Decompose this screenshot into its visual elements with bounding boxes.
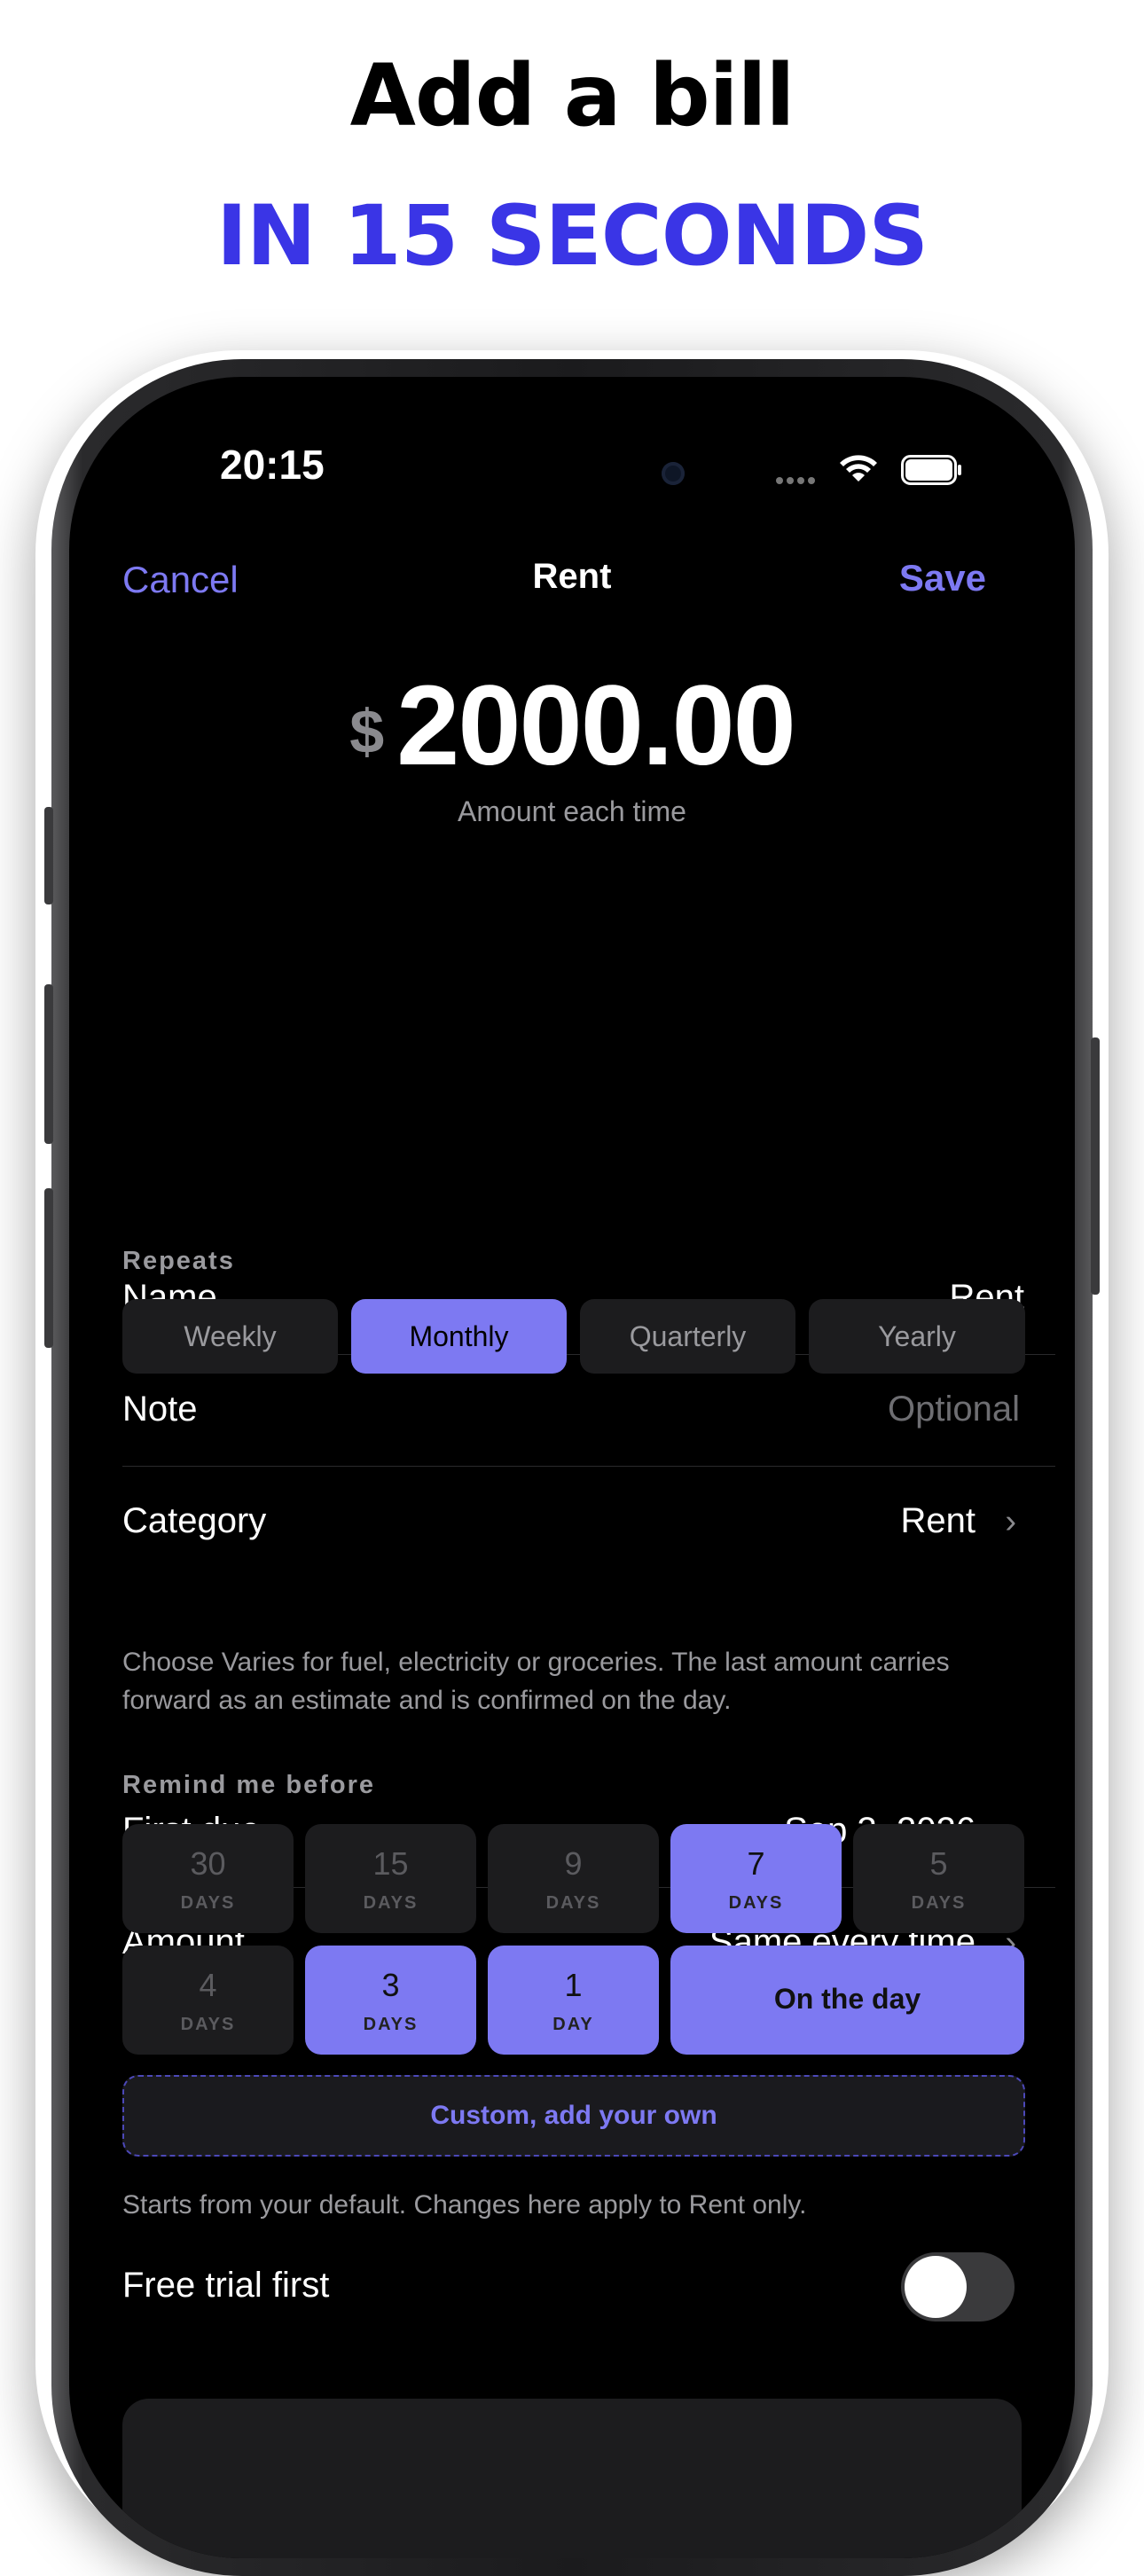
remind-number: 1 [564, 1967, 583, 2003]
toggle-knob [905, 2256, 967, 2318]
remind-title: Remind me before [122, 1771, 375, 1799]
reminder-helper-text: Starts from your default. Changes here a… [122, 2190, 807, 2220]
amount-caption: Amount each time [458, 795, 686, 827]
phone-screen: 20:15 Cancel Rent Save $2000.00 Amount e… [69, 377, 1075, 2558]
wifi-icon [840, 455, 877, 482]
remind-30-days[interactable]: 30 DAYS [122, 1824, 294, 1933]
bottom-card [122, 2399, 1022, 2558]
remind-number: 7 [747, 1845, 765, 1882]
remind-number: 5 [929, 1845, 948, 1882]
remind-5-days[interactable]: 5 DAYS [853, 1824, 1024, 1933]
remind-number: 15 [372, 1845, 409, 1882]
category-value: Rent [900, 1501, 976, 1540]
promo-headline: Add a bill [349, 46, 795, 145]
repeat-yearly[interactable]: Yearly [809, 1299, 1025, 1374]
remind-15-days[interactable]: 15 DAYS [305, 1824, 476, 1933]
category-row[interactable]: Category Rent › [122, 1466, 1055, 1578]
repeat-quarterly[interactable]: Quarterly [580, 1299, 795, 1374]
remind-number: 3 [381, 1967, 400, 2003]
remind-1-day[interactable]: 1 DAY [488, 1946, 659, 2055]
remind-unit: DAYS [728, 1893, 784, 1913]
volume-down-button [44, 1188, 53, 1348]
remind-unit: DAYS [363, 1893, 419, 1913]
repeat-weekly[interactable]: Weekly [122, 1299, 338, 1374]
amount-helper-text: Choose Varies for fuel, electricity or g… [122, 1648, 950, 1715]
remind-number: 4 [199, 1967, 217, 2003]
promo-subheadline: IN 15 SECONDS [215, 188, 929, 285]
category-label: Category [122, 1501, 267, 1540]
note-label: Note [122, 1390, 198, 1429]
remind-unit: DAYS [545, 1893, 601, 1913]
remind-on-the-day-label: On the day [773, 1983, 921, 2015]
amount-display[interactable]: $2000.00 [69, 661, 1075, 791]
cellular-signal-icon [776, 473, 820, 484]
repeats-title: Repeats [122, 1247, 235, 1275]
remind-7-days[interactable]: 7 DAYS [670, 1824, 842, 1933]
remind-3-days[interactable]: 3 DAYS [305, 1946, 476, 2055]
remind-unit: DAYS [180, 1893, 236, 1913]
remind-unit: DAYS [180, 2015, 236, 2034]
remind-on-the-day[interactable]: On the day [670, 1946, 1024, 2055]
volume-up-button [44, 984, 53, 1144]
free-trial-label: Free trial first [122, 2266, 330, 2305]
custom-reminder-button[interactable]: Custom, add your own [122, 2075, 1025, 2157]
remind-number: 9 [564, 1845, 583, 1882]
status-time: 20:15 [220, 442, 325, 488]
battery-icon [901, 455, 961, 485]
remind-unit: DAYS [911, 1893, 967, 1913]
save-button[interactable]: Save [899, 557, 986, 599]
camera-icon [662, 462, 685, 485]
repeat-monthly[interactable]: Monthly [351, 1299, 567, 1374]
remind-unit: DAY [552, 2015, 594, 2034]
action-button [44, 807, 53, 904]
remind-4-days[interactable]: 4 DAYS [122, 1946, 294, 2055]
remind-number: 30 [190, 1845, 226, 1882]
chevron-right-icon: › [1005, 1503, 1016, 1540]
currency-symbol: $ [349, 697, 385, 766]
remind-unit: DAYS [363, 2015, 419, 2034]
free-trial-toggle[interactable] [901, 2252, 1015, 2322]
power-button [1091, 1037, 1100, 1295]
remind-9-days[interactable]: 9 DAYS [488, 1824, 659, 1933]
note-field[interactable]: Optional [888, 1390, 1020, 1429]
amount-value: 2000.00 [396, 662, 796, 789]
